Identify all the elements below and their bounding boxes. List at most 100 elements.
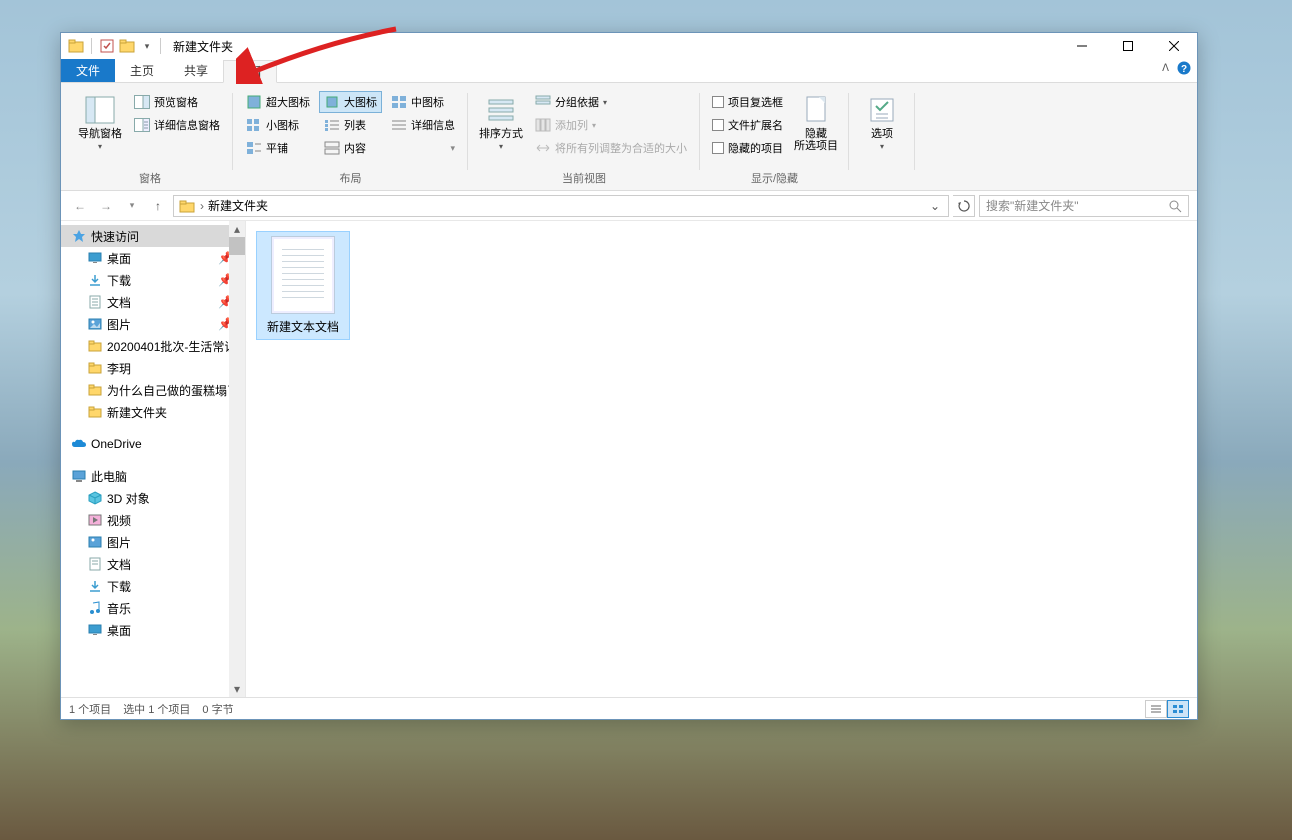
tab-file[interactable]: 文件 — [61, 59, 115, 82]
tab-home[interactable]: 主页 — [115, 59, 169, 82]
up-button[interactable]: ↑ — [147, 195, 169, 217]
file-label: 新建文本文档 — [267, 318, 339, 335]
documents-icon — [87, 294, 103, 310]
ribbon-group-layout: 超大图标 小图标 平铺 大图标 — [233, 87, 468, 190]
breadcrumb-dropdown[interactable]: ⌄ — [926, 199, 944, 213]
search-input[interactable]: 搜索"新建文件夹" — [979, 195, 1189, 217]
breadcrumb-item[interactable]: 新建文件夹 — [208, 197, 268, 214]
content-icon — [324, 140, 340, 156]
ribbon-collapse-icon[interactable]: ᐱ — [1162, 63, 1169, 74]
sidebar-item-thispc[interactable]: 此电脑 — [61, 465, 245, 487]
chevron-right-icon[interactable]: › — [198, 199, 206, 213]
sidebar-item-onedrive[interactable]: OneDrive — [61, 433, 245, 455]
hide-selected-button[interactable]: 隐藏 所选项目 — [791, 91, 841, 155]
address-bar: ← → ▾ ↑ › 新建文件夹 ⌄ 搜索"新建文件夹" — [61, 191, 1197, 221]
back-button[interactable]: ← — [69, 195, 91, 217]
sidebar-item-3d-objects[interactable]: 3D 对象 — [61, 487, 245, 509]
minimize-button[interactable] — [1059, 33, 1105, 59]
pictures-icon — [87, 534, 103, 550]
sidebar-item-documents2[interactable]: 文档 — [61, 553, 245, 575]
maximize-button[interactable] — [1105, 33, 1151, 59]
search-placeholder: 搜索"新建文件夹" — [986, 197, 1079, 214]
help-icon[interactable]: ? — [1177, 61, 1191, 75]
preview-pane-button[interactable]: 预览窗格 — [129, 91, 225, 113]
layout-content-button[interactable]: 内容 — [319, 137, 382, 159]
list-icon — [324, 117, 340, 133]
sidebar-item-desktop2[interactable]: 桌面 — [61, 619, 245, 641]
statusbar: 1 个项目 选中 1 个项目 0 字节 — [61, 697, 1197, 719]
computer-icon — [71, 468, 87, 484]
layout-list-button[interactable]: 列表 — [319, 114, 382, 136]
checkbox-icon — [712, 119, 724, 131]
group-by-button[interactable]: 分组依据 ▾ — [530, 91, 692, 113]
checkbox-icon — [712, 96, 724, 108]
options-icon — [866, 94, 898, 126]
sidebar-item-music[interactable]: 音乐 — [61, 597, 245, 619]
forward-button[interactable]: → — [95, 195, 117, 217]
folder-icon — [67, 37, 85, 55]
preview-pane-icon — [134, 94, 150, 110]
music-icon — [87, 600, 103, 616]
sidebar-item-folder3[interactable]: 为什么自己做的蛋糕塌了 — [61, 379, 245, 401]
ribbon-group-current-view: 排序方式 ▾ 分组依据 ▾ 添加列 ▾ — [468, 87, 700, 190]
separator — [91, 38, 92, 54]
sidebar-item-pictures[interactable]: 图片 📌 — [61, 313, 245, 335]
layout-extra-large-button[interactable]: 超大图标 — [241, 91, 315, 113]
sidebar-item-documents[interactable]: 文档 📌 — [61, 291, 245, 313]
item-checkboxes-checkbox[interactable]: 项目复选框 — [708, 91, 787, 113]
window-controls — [1059, 33, 1197, 59]
layout-details-button[interactable]: 详细信息 — [386, 114, 460, 136]
scroll-down-icon[interactable]: ▾ — [229, 681, 245, 697]
sidebar-item-quick-access[interactable]: 快速访问 — [61, 225, 245, 247]
recent-dropdown[interactable]: ▾ — [121, 195, 143, 217]
search-icon — [1168, 199, 1182, 213]
file-item[interactable]: 新建文本文档 — [256, 231, 350, 340]
sidebar-item-videos[interactable]: 视频 — [61, 509, 245, 531]
file-list[interactable]: 新建文本文档 — [246, 221, 1197, 697]
refresh-button[interactable] — [953, 195, 975, 217]
view-details-toggle[interactable] — [1145, 700, 1167, 718]
qat-dropdown-icon[interactable]: ▾ — [138, 37, 156, 55]
group-by-icon — [535, 94, 551, 110]
size-columns-icon — [535, 140, 551, 156]
tab-share[interactable]: 共享 — [169, 59, 223, 82]
add-columns-button[interactable]: 添加列 ▾ — [530, 114, 692, 136]
ribbon-group-show-hide: 项目复选框 文件扩展名 隐藏的项目 隐藏 所选项目 — [700, 87, 849, 190]
status-item-count: 1 个项目 — [69, 701, 111, 717]
navigation-tree: ▴ ▾ 快速访问 桌面 📌 下载 📌 — [61, 221, 246, 697]
view-icons-toggle[interactable] — [1167, 700, 1189, 718]
folder-icon — [87, 404, 103, 420]
options-button[interactable]: 选项 ▾ — [857, 91, 907, 154]
layout-more-button[interactable]: ▾ — [386, 137, 460, 159]
sort-by-button[interactable]: 排序方式 ▾ — [476, 91, 526, 154]
scrollbar-thumb[interactable] — [229, 237, 245, 255]
tab-view[interactable]: 查看 — [223, 60, 277, 83]
layout-tiles-button[interactable]: 平铺 — [241, 137, 315, 159]
properties-icon[interactable] — [98, 37, 116, 55]
scrollbar[interactable] — [229, 221, 245, 697]
navigation-pane-button[interactable]: 导航窗格 ▾ — [75, 91, 125, 154]
size-columns-button[interactable]: 将所有列调整为合适的大小 — [530, 137, 692, 159]
sidebar-item-folder4[interactable]: 新建文件夹 — [61, 401, 245, 423]
sort-by-icon — [485, 94, 517, 126]
breadcrumb[interactable]: › 新建文件夹 ⌄ — [173, 195, 949, 217]
details-pane-button[interactable]: 详细信息窗格 — [129, 114, 225, 136]
sidebar-item-folder2[interactable]: 李玥 — [61, 357, 245, 379]
qat-folder-icon[interactable] — [118, 37, 136, 55]
close-button[interactable] — [1151, 33, 1197, 59]
layout-large-button[interactable]: 大图标 — [319, 91, 382, 113]
sidebar-item-pictures2[interactable]: 图片 — [61, 531, 245, 553]
folder-icon — [87, 382, 103, 398]
hidden-items-checkbox[interactable]: 隐藏的项目 — [708, 137, 787, 159]
layout-medium-button[interactable]: 中图标 — [386, 91, 460, 113]
sidebar-item-downloads2[interactable]: 下载 — [61, 575, 245, 597]
sidebar-item-desktop[interactable]: 桌面 📌 — [61, 247, 245, 269]
sidebar-item-downloads[interactable]: 下载 📌 — [61, 269, 245, 291]
quick-access-toolbar: ▾ — [63, 37, 156, 55]
body: ▴ ▾ 快速访问 桌面 📌 下载 📌 — [61, 221, 1197, 697]
layout-small-button[interactable]: 小图标 — [241, 114, 315, 136]
scroll-up-icon[interactable]: ▴ — [229, 221, 245, 237]
sidebar-item-folder1[interactable]: 20200401批次-生活常识-m — [61, 335, 245, 357]
file-extensions-checkbox[interactable]: 文件扩展名 — [708, 114, 787, 136]
pictures-icon — [87, 316, 103, 332]
